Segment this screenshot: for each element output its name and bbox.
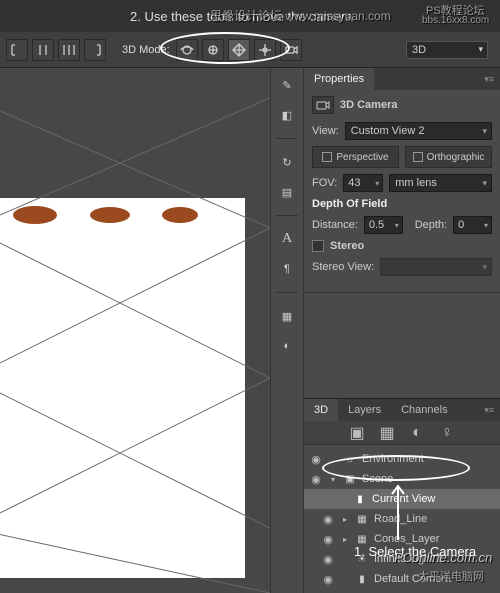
color-panel-icon[interactable]: ◐ <box>276 335 298 357</box>
char-panel-icon[interactable]: A <box>276 228 298 250</box>
distribute-tool-icon[interactable] <box>58 39 80 61</box>
watermark: PConline.com.cn <box>394 550 492 565</box>
3d-mode-tools <box>176 39 302 61</box>
watermark: bbs.16xx8.com <box>422 15 489 26</box>
fov-label: FOV: <box>312 177 337 189</box>
align-tool-icon[interactable] <box>32 39 54 61</box>
panel-menu-icon[interactable]: ▾≡ <box>484 74 494 85</box>
properties-panel: 3D Camera View: Custom View 2 Perspectiv… <box>304 90 500 293</box>
3d-tab[interactable]: 3D <box>304 399 338 421</box>
camera-icon: ▮ <box>354 574 370 585</box>
properties-tab[interactable]: Properties <box>304 68 374 90</box>
distance-input[interactable]: 0.5 <box>364 216 403 234</box>
watermark: 太平洋电脑网 <box>418 568 484 584</box>
orthographic-button[interactable]: Orthographic <box>405 146 492 168</box>
scene-icon: ▣ <box>342 474 358 485</box>
brush-panel-icon[interactable]: ✎ <box>276 74 298 96</box>
stereo-view-label: Stereo View: <box>312 261 374 273</box>
tree-current-view[interactable]: ▮ Current View <box>304 489 500 509</box>
distance-label: Distance: <box>312 219 358 231</box>
perspective-button[interactable]: Perspective <box>312 146 399 168</box>
fov-unit-dropdown[interactable]: mm lens <box>389 174 492 192</box>
camera-icon <box>312 96 334 114</box>
stereo-checkbox[interactable] <box>312 240 324 252</box>
filter-mesh-icon[interactable]: ▦ <box>379 425 395 441</box>
history-panel-icon[interactable]: ↻ <box>276 151 298 173</box>
eye-icon[interactable]: ◉ <box>320 513 336 526</box>
eye-icon[interactable]: ◉ <box>320 573 336 586</box>
panel-menu-icon[interactable]: ▾≡ <box>484 405 494 416</box>
env-icon: ☼ <box>342 454 358 465</box>
clone-panel-icon[interactable]: ◧ <box>276 104 298 126</box>
scene-filter-bar: ▣ ▦ ◐ ♀ <box>304 421 500 445</box>
mesh-icon: ▦ <box>354 514 370 525</box>
slide-tool-icon[interactable] <box>254 39 276 61</box>
depth-label: Depth: <box>415 219 447 231</box>
canvas-area[interactable] <box>0 68 270 593</box>
para-panel-icon[interactable]: ¶ <box>276 258 298 280</box>
view-label: View: <box>312 125 339 137</box>
tree-scene[interactable]: ◉▾▣ Scene <box>304 469 500 489</box>
fov-input[interactable]: 43 <box>343 174 383 192</box>
eye-icon[interactable]: ◉ <box>320 533 336 546</box>
workspace-dropdown[interactable]: 3D <box>406 41 488 59</box>
camera-icon: ▮ <box>352 494 368 505</box>
stereo-view-dropdown <box>380 258 492 276</box>
swatch-panel-icon[interactable]: ▦ <box>276 305 298 327</box>
tree-road[interactable]: ◉▸▦ Road_Line <box>304 509 500 529</box>
layers-tab[interactable]: Layers <box>338 399 391 421</box>
filter-material-icon[interactable]: ◐ <box>409 425 425 441</box>
dof-section: Depth Of Field <box>312 198 492 210</box>
filter-light-icon[interactable]: ♀ <box>439 425 455 441</box>
tree-environment[interactable]: ◉☼ Environment <box>304 449 500 469</box>
mode-label: 3D Mode: <box>122 44 170 56</box>
roll-tool-icon[interactable] <box>202 39 224 61</box>
zoom-tool-icon[interactable] <box>280 39 302 61</box>
pan-tool-icon[interactable] <box>228 39 250 61</box>
align-tool2-icon[interactable] <box>84 39 106 61</box>
eye-icon[interactable]: ◉ <box>308 453 324 466</box>
view-dropdown[interactable]: Custom View 2 <box>345 122 492 140</box>
eye-icon[interactable]: ◉ <box>320 553 336 566</box>
channels-tab[interactable]: Channels <box>391 399 457 421</box>
actions-panel-icon[interactable]: ▤ <box>276 181 298 203</box>
stereo-label: Stereo <box>330 240 364 252</box>
move-tool-icon[interactable] <box>6 39 28 61</box>
options-bar: 3D Mode: 3D <box>0 32 500 68</box>
orbit-tool-icon[interactable] <box>176 39 198 61</box>
watermark: 思缘设计论坛 www.missyuan.com <box>210 7 391 24</box>
vertical-tool-strip: ✎ ◧ ↻ ▤ A ¶ ▦ ◐ <box>270 68 304 593</box>
mesh-icon: ▦ <box>354 534 370 545</box>
eye-icon[interactable]: ◉ <box>308 473 324 486</box>
depth-input[interactable]: 0 <box>453 216 492 234</box>
properties-title: 3D Camera <box>340 99 397 111</box>
filter-scene-icon[interactable]: ▣ <box>349 425 365 441</box>
